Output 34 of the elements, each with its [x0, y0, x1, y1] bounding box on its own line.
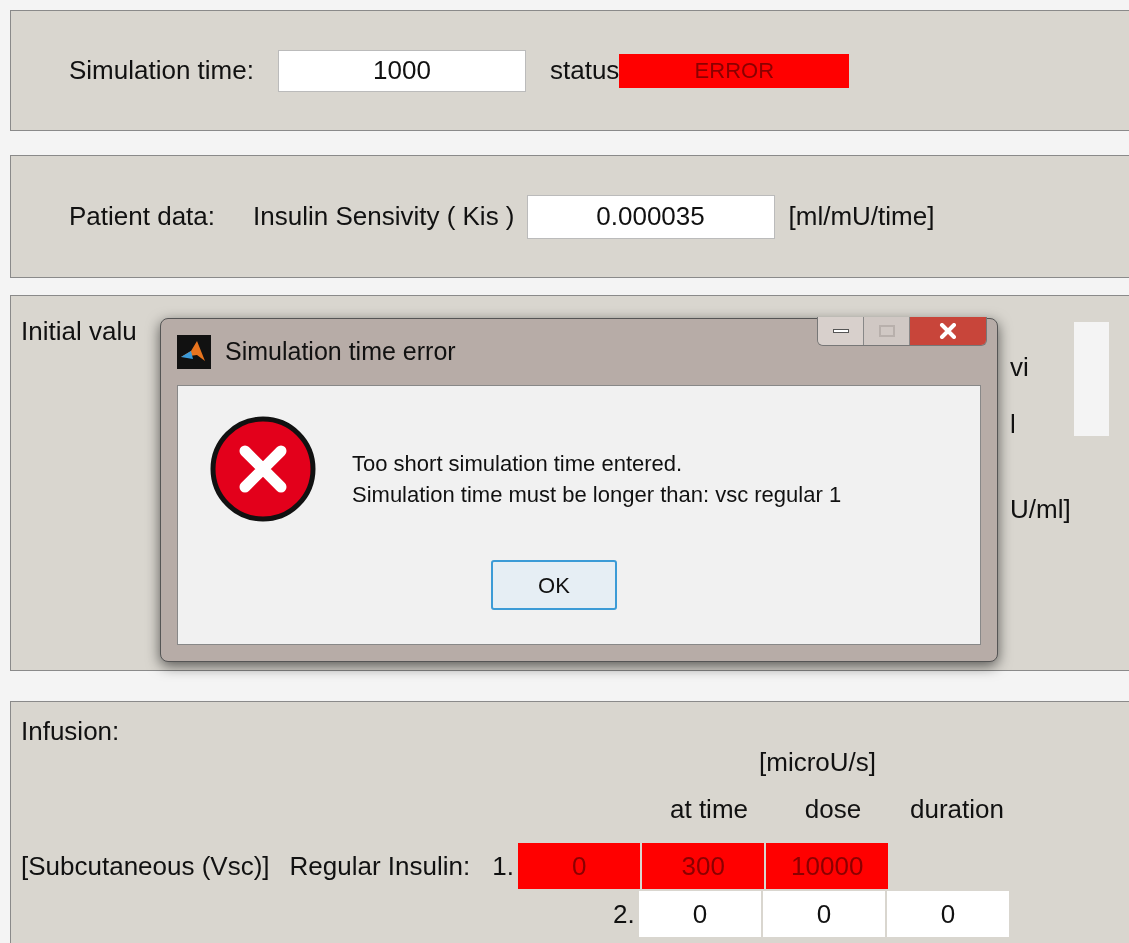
patient-data-label: Patient data:: [69, 200, 215, 233]
unit-label: [microU/s]: [759, 746, 876, 779]
label-fragment: vi: [1010, 351, 1030, 384]
unit-label: [ml/mU/time]: [788, 200, 935, 233]
app-logo-icon: [177, 335, 211, 369]
input-field[interactable]: [1074, 322, 1109, 436]
error-icon: [210, 416, 316, 522]
row-number: 1.: [492, 849, 515, 883]
minimize-button[interactable]: [818, 317, 864, 345]
dialog-message: Too short simulation time entered.: [352, 450, 684, 479]
insulin-label: Regular Insulin:: [289, 849, 471, 883]
initial-values-label: Initial valu: [21, 315, 137, 348]
dialog-title: Simulation time error: [225, 336, 456, 368]
table-input-field[interactable]: 0: [887, 891, 1011, 937]
label-fragment: l: [1010, 408, 1017, 441]
simulation-time-field[interactable]: 1000: [277, 49, 526, 92]
column-header: dose: [803, 793, 863, 826]
column-header: at time: [669, 793, 749, 826]
route-label: [Subcutaneous (Vsc)]: [21, 849, 270, 883]
row-number: 2.: [613, 897, 636, 931]
close-icon: [939, 323, 957, 339]
simulation-time-label: Simulation time:: [69, 54, 254, 87]
ok-button[interactable]: OK: [491, 560, 617, 610]
status-label: status: [549, 54, 620, 87]
insulin-sensitivity-label: Insulin Sensivity ( Kis ): [253, 200, 515, 233]
status-indicator: ERROR: [619, 53, 850, 88]
dialog-message: Simulation time must be longer than: vsc regular 1: [352, 481, 842, 509]
close-button[interactable]: [910, 317, 986, 345]
table-input-field[interactable]: 0: [639, 891, 763, 937]
label-fragment: U/ml]: [1010, 493, 1070, 526]
infusion-label: Infusion:: [21, 715, 120, 748]
table-input-field[interactable]: 0: [763, 891, 887, 937]
column-header: duration: [909, 793, 1005, 826]
insulin-sensitivity-field[interactable]: 0.000035: [526, 194, 775, 239]
